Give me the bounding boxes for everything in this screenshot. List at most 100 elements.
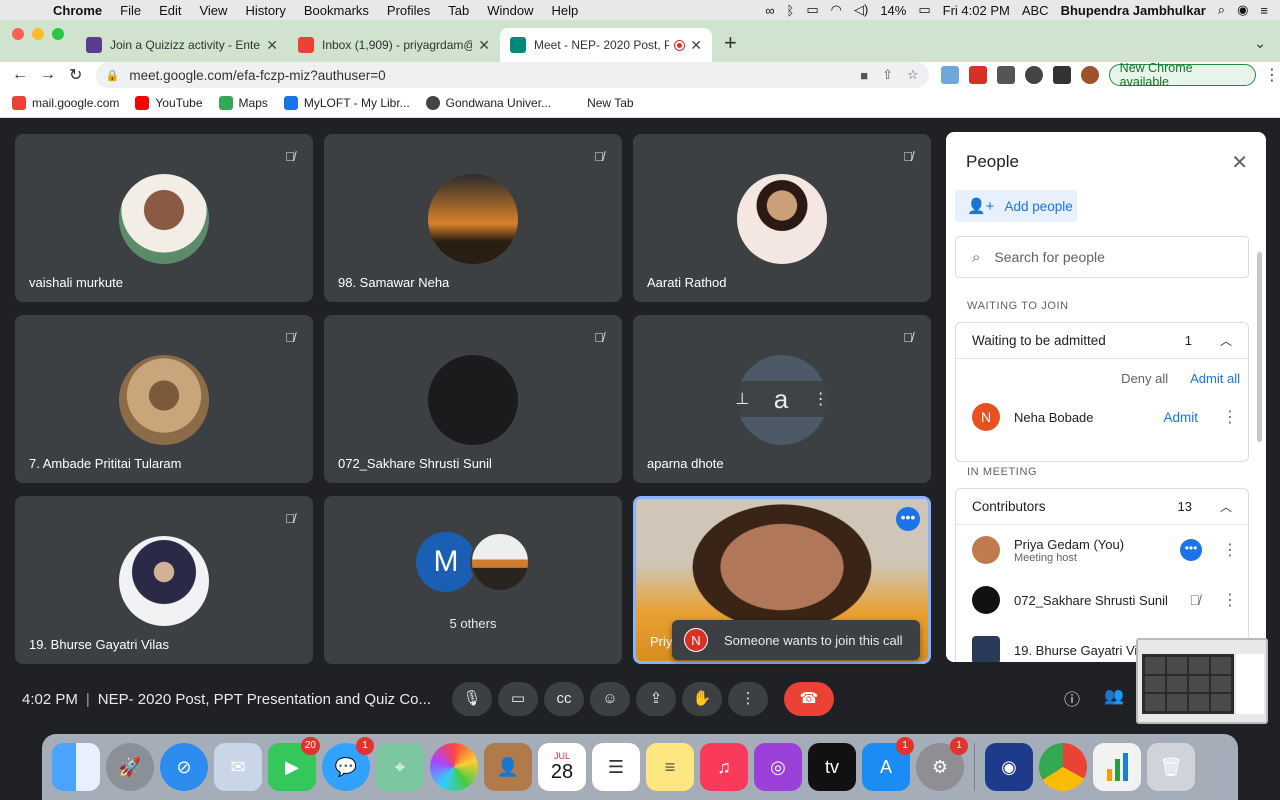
messages-icon[interactable]: 💬 1 [322, 737, 374, 791]
more-options-icon[interactable]: ⋮ [1222, 540, 1238, 560]
forward-button[interactable]: → [34, 66, 62, 84]
raise-hand-button[interactable]: ✋ [682, 682, 722, 716]
more-options-icon[interactable]: ⋮ [813, 389, 829, 409]
spotlight-search-icon[interactable]: ⌕ [1218, 2, 1225, 18]
battery-icon[interactable]: ▭ [918, 2, 930, 18]
notes-icon[interactable]: ≡ [646, 743, 694, 791]
menu-clock[interactable]: Fri 4:02 PM [943, 3, 1010, 18]
participant-tile[interactable]: 🎙̸ 7. Ambade Prititai Tularam [15, 315, 313, 483]
add-people-button[interactable]: 👤+ Add people [955, 190, 1077, 222]
more-options-icon[interactable]: ⋮ [1222, 590, 1238, 610]
tab-quizizz[interactable]: Join a Quizizz activity - Enter c ✕ [76, 28, 288, 62]
menu-user-name[interactable]: Bhupendra Jambhulkar [1061, 3, 1206, 18]
tab-close-icon[interactable]: ✕ [690, 37, 702, 54]
url-text[interactable]: meet.google.com/efa-fczp-miz?authuser=0 [129, 68, 846, 83]
menu-history[interactable]: History [236, 3, 294, 18]
facetime-icon[interactable]: ▶ 20 [268, 737, 320, 791]
present-screen-button[interactable]: ⇪ [636, 682, 676, 716]
menu-file[interactable]: File [111, 3, 150, 18]
deny-all-button[interactable]: Deny all [1121, 371, 1168, 386]
extension-icon[interactable] [968, 66, 987, 84]
address-bar[interactable]: 🔒 meet.google.com/efa-fczp-miz?authuser=… [95, 62, 929, 88]
battery-percent[interactable]: 14% [880, 3, 906, 18]
numbers-icon[interactable] [1093, 743, 1141, 791]
podcasts-icon[interactable]: ◎ [754, 743, 802, 791]
bookmark-new-tab[interactable]: New Tab [567, 95, 634, 110]
tab-search-chevron-icon[interactable]: ⌄ [1240, 35, 1280, 62]
participant-tile[interactable]: 🎙̸ Aarati Rathod [633, 134, 931, 302]
menu-help[interactable]: Help [543, 3, 588, 18]
wifi-icon[interactable]: ◠ [831, 2, 842, 18]
bookmark-star-icon[interactable]: ☆ [907, 67, 919, 83]
join-request-toast[interactable]: N Someone wants to join this call [672, 620, 920, 660]
music-icon[interactable]: ♫ [700, 743, 748, 791]
new-chrome-available-button[interactable]: New Chrome available [1108, 61, 1256, 89]
mail-icon[interactable]: ✉ [214, 743, 262, 791]
input-source[interactable]: ABC [1022, 3, 1049, 18]
pin-icon[interactable]: ⊥ [735, 389, 749, 409]
photos-icon[interactable] [430, 743, 478, 791]
contacts-icon[interactable]: 👤 [484, 743, 532, 791]
menu-app-name[interactable]: Chrome [44, 3, 111, 18]
participant-tile[interactable]: 🎙̸ ⊥ a ⋮ aparna dhote [633, 315, 931, 483]
tab-gmail[interactable]: Inbox (1,909) - priyagrdam@gr ✕ [288, 28, 500, 62]
meeting-info-icon[interactable]: ⓘ [1064, 686, 1080, 710]
microphone-button[interactable]: 🎙 [452, 682, 492, 716]
menu-view[interactable]: View [190, 3, 236, 18]
self-more-icon[interactable]: ••• [896, 507, 920, 531]
chevron-up-icon[interactable]: ︿ [1220, 332, 1232, 349]
contributors-group-header[interactable]: Contributors 13 ︿ [956, 489, 1248, 525]
tab-close-icon[interactable]: ✕ [478, 37, 490, 54]
captions-button[interactable]: cc [544, 682, 584, 716]
share-icon[interactable]: ⇧ [882, 67, 893, 83]
launchpad-icon[interactable]: 🚀 [106, 743, 154, 791]
chrome-icon[interactable] [1039, 743, 1087, 791]
back-button[interactable]: ← [6, 66, 34, 84]
calendar-icon[interactable]: JUL 28 [538, 743, 586, 791]
puzzle-icon[interactable] [1024, 66, 1043, 84]
bookmark-myloft[interactable]: MyLOFT - My Libr... [283, 95, 410, 110]
extension-icon[interactable] [940, 66, 959, 84]
participant-tile[interactable]: 🎙̸ 072_Sakhare Shrusti Sunil [324, 315, 622, 483]
admit-all-button[interactable]: Admit all [1190, 371, 1240, 386]
admit-button[interactable]: Admit [1163, 410, 1198, 425]
more-options-button[interactable]: ⋮ [728, 682, 768, 716]
menu-bookmarks[interactable]: Bookmarks [295, 3, 378, 18]
siri-icon[interactable]: ◉ [1237, 2, 1248, 18]
trash-icon[interactable]: 🗑 [1147, 743, 1195, 791]
bookmark-youtube[interactable]: YouTube [135, 95, 203, 110]
close-window-button[interactable] [12, 28, 24, 40]
glasses-icon[interactable]: ∞ [765, 3, 774, 18]
screen-recorder-icon[interactable]: ◉ [985, 743, 1033, 791]
people-icon[interactable]: 👥 [1104, 686, 1124, 710]
close-icon[interactable]: ✕ [1231, 150, 1248, 175]
apple-tv-icon[interactable]: tv [808, 743, 856, 791]
maps-icon[interactable]: ⌖ [376, 743, 424, 791]
reminders-icon[interactable]: ☰ [592, 743, 640, 791]
minimize-window-button[interactable] [32, 28, 44, 40]
bluetooth-icon[interactable]: ᛒ [787, 3, 795, 18]
chevron-up-icon[interactable]: ︿ [1220, 498, 1232, 515]
pocket-icon[interactable] [996, 66, 1015, 84]
finder-icon[interactable] [52, 743, 100, 791]
bookmark-maps[interactable]: Maps [218, 95, 268, 110]
system-preferences-icon[interactable]: ⚙ 1 [916, 737, 968, 791]
side-panel-icon[interactable] [1052, 66, 1071, 84]
bookmark-gmail[interactable]: mail.google.com [12, 95, 119, 110]
app-store-icon[interactable]: A1 [862, 737, 914, 791]
more-actions-icon[interactable]: ••• [1180, 539, 1202, 561]
tab-meet[interactable]: Meet - NEP- 2020 Post, PP ✕ [500, 28, 712, 62]
chrome-menu-icon[interactable]: ⋮ [1264, 65, 1280, 85]
emoji-reactions-button[interactable]: ☺ [590, 682, 630, 716]
panel-scrollbar[interactable] [1257, 252, 1262, 442]
others-tile[interactable]: M 5 others [324, 496, 622, 664]
safari-icon[interactable]: ⊘ [160, 743, 208, 791]
reload-button[interactable]: ↻ [62, 65, 90, 85]
search-people-input[interactable]: ⌕ Search for people [955, 236, 1249, 278]
zoom-window-button[interactable] [52, 28, 64, 40]
control-center-icon[interactable]: ≡ [1260, 3, 1268, 18]
tab-close-icon[interactable]: ✕ [266, 37, 278, 54]
volume-icon[interactable]: ◁) [854, 2, 868, 18]
participant-tile[interactable]: 🎙̸ 98. Samawar Neha [324, 134, 622, 302]
profile-avatar[interactable] [1080, 66, 1099, 84]
